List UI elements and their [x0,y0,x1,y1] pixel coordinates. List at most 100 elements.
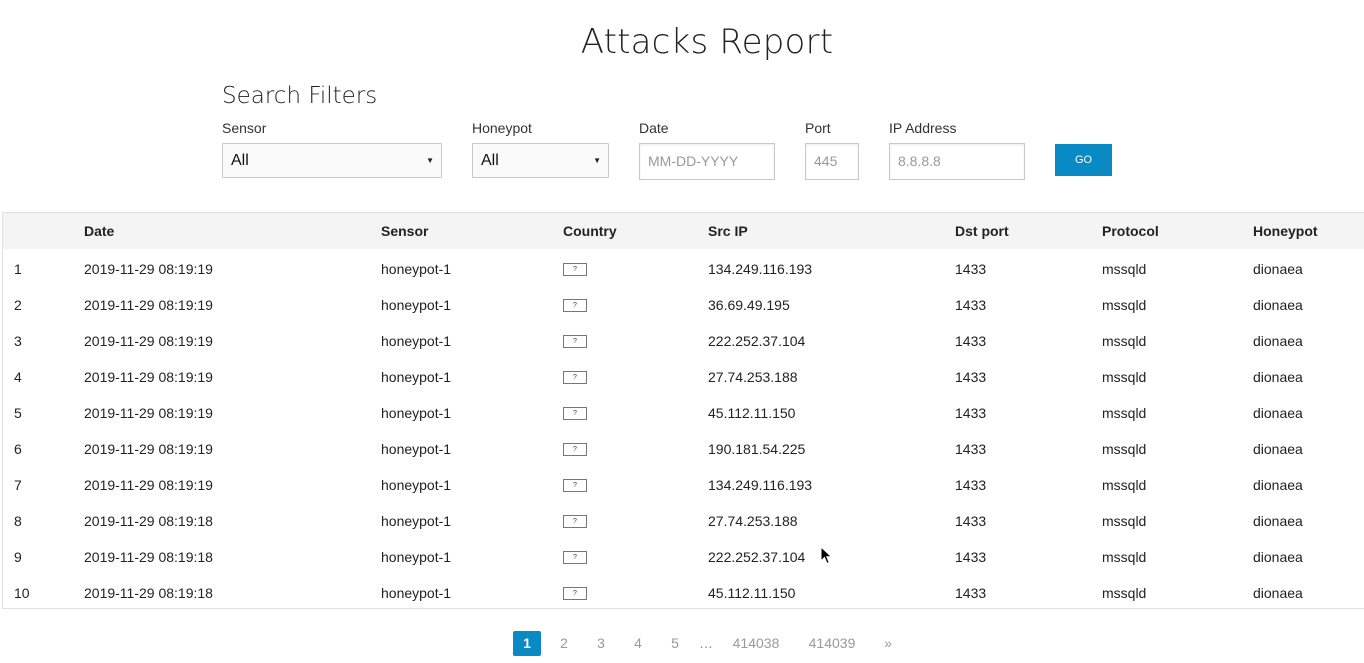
column-header-src-ip[interactable]: Src IP [708,223,748,239]
row-protocol: mssqld [1102,405,1147,421]
row-date: 2019-11-29 08:19:18 [84,549,213,565]
honeypot-select[interactable]: All ▼ [472,143,609,178]
page-title: Attacks Report [580,22,834,62]
page-link-414039[interactable]: 414039 [803,631,861,656]
row-sensor: honeypot-1 [381,261,452,277]
sensor-filter-label: Sensor [222,120,267,136]
table-row: 9 2019-11-29 08:19:18 honeypot-1 ? 222.2… [3,537,1364,573]
table-row: 3 2019-11-29 08:19:19 honeypot-1 ? 222.2… [3,321,1364,357]
table-row: 4 2019-11-29 08:19:19 honeypot-1 ? 27.74… [3,357,1364,393]
page-link-3[interactable]: 3 [589,631,613,656]
row-dst-port: 1433 [955,585,987,601]
row-number: 3 [14,333,22,349]
next-page-icon[interactable]: » [878,631,898,656]
row-protocol: mssqld [1102,369,1147,385]
row-dst-port: 1433 [955,441,987,457]
row-date: 2019-11-29 08:19:18 [84,513,213,529]
chevron-down-icon: ▼ [593,156,601,165]
column-header-sensor[interactable]: Sensor [381,223,428,239]
row-number: 6 [14,441,22,457]
row-honeypot: dionaea [1253,585,1303,601]
row-sensor: honeypot-1 [381,333,452,349]
port-input[interactable]: 445 [805,143,859,180]
table-row: 8 2019-11-29 08:19:18 honeypot-1 ? 27.74… [3,501,1364,537]
attacks-table: Date Sensor Country Src IP Dst port Prot… [2,212,1364,609]
unknown-flag-icon: ? [563,335,587,348]
page-ellipsis: … [699,635,713,651]
row-honeypot: dionaea [1253,405,1303,421]
date-input[interactable]: MM-DD-YYYY [639,143,775,180]
page-link-1[interactable]: 1 [513,631,541,656]
mouse-cursor-icon [820,546,833,565]
table-row: 10 2019-11-29 08:19:18 honeypot-1 ? 45.1… [3,573,1364,609]
unknown-flag-icon: ? [563,551,587,564]
row-dst-port: 1433 [955,405,987,421]
table-row: 7 2019-11-29 08:19:19 honeypot-1 ? 134.2… [3,465,1364,501]
sensor-select[interactable]: All ▼ [222,143,442,178]
table-row: 5 2019-11-29 08:19:19 honeypot-1 ? 45.11… [3,393,1364,429]
row-src-ip: 222.252.37.104 [708,333,806,349]
column-header-dst-port[interactable]: Dst port [955,223,1009,239]
date-filter: Date MM-DD-YYYY [639,120,775,180]
row-honeypot: dionaea [1253,549,1303,565]
go-button[interactable]: GO [1055,144,1112,176]
row-dst-port: 1433 [955,297,987,313]
unknown-flag-icon: ? [563,479,587,492]
row-src-ip: 222.252.37.104 [708,549,806,565]
column-header-honeypot[interactable]: Honeypot [1253,223,1318,239]
row-number: 2 [14,297,22,313]
page-link-5[interactable]: 5 [663,631,687,656]
sensor-filter: Sensor All ▼ [222,120,442,178]
row-date: 2019-11-29 08:19:19 [84,405,213,421]
sensor-select-value: All [231,152,249,169]
table-header: Date Sensor Country Src IP Dst port Prot… [3,213,1364,249]
row-number: 4 [14,369,22,385]
row-src-ip: 27.74.253.188 [708,513,798,529]
row-honeypot: dionaea [1253,441,1303,457]
ip-filter-label: IP Address [889,120,957,136]
ip-input[interactable]: 8.8.8.8 [889,143,1025,180]
row-date: 2019-11-29 08:19:19 [84,297,213,313]
table-row: 1 2019-11-29 08:19:19 honeypot-1 ? 134.2… [3,249,1364,285]
table-row: 2 2019-11-29 08:19:19 honeypot-1 ? 36.69… [3,285,1364,321]
row-date: 2019-11-29 08:19:19 [84,441,213,457]
row-number: 5 [14,405,22,421]
unknown-flag-icon: ? [563,407,587,420]
page-link-414038[interactable]: 414038 [727,631,785,656]
row-src-ip: 27.74.253.188 [708,369,798,385]
row-date: 2019-11-29 08:19:19 [84,477,213,493]
row-honeypot: dionaea [1253,477,1303,493]
row-number: 8 [14,513,22,529]
row-sensor: honeypot-1 [381,441,452,457]
column-header-date[interactable]: Date [84,223,114,239]
row-protocol: mssqld [1102,477,1147,493]
honeypot-select-value: All [481,152,499,169]
row-date: 2019-11-29 08:19:18 [84,585,213,601]
column-header-country[interactable]: Country [563,223,617,239]
ip-filter: IP Address 8.8.8.8 [889,120,1025,180]
unknown-flag-icon: ? [563,587,587,600]
unknown-flag-icon: ? [563,515,587,528]
row-protocol: mssqld [1102,549,1147,565]
row-dst-port: 1433 [955,513,987,529]
chevron-down-icon: ▼ [426,156,434,165]
date-filter-label: Date [639,120,669,136]
page-link-4[interactable]: 4 [626,631,650,656]
row-sensor: honeypot-1 [381,477,452,493]
row-dst-port: 1433 [955,369,987,385]
row-date: 2019-11-29 08:19:19 [84,261,213,277]
row-protocol: mssqld [1102,261,1147,277]
row-sensor: honeypot-1 [381,369,452,385]
page-link-2[interactable]: 2 [552,631,576,656]
row-date: 2019-11-29 08:19:19 [84,333,213,349]
unknown-flag-icon: ? [563,443,587,456]
honeypot-filter: Honeypot All ▼ [472,120,609,178]
row-number: 1 [14,261,22,277]
column-header-protocol[interactable]: Protocol [1102,223,1159,239]
row-src-ip: 190.181.54.225 [708,441,806,457]
row-protocol: mssqld [1102,297,1147,313]
row-dst-port: 1433 [955,333,987,349]
row-number: 10 [14,585,30,601]
row-src-ip: 45.112.11.150 [708,405,796,421]
row-src-ip: 134.249.116.193 [708,477,813,493]
